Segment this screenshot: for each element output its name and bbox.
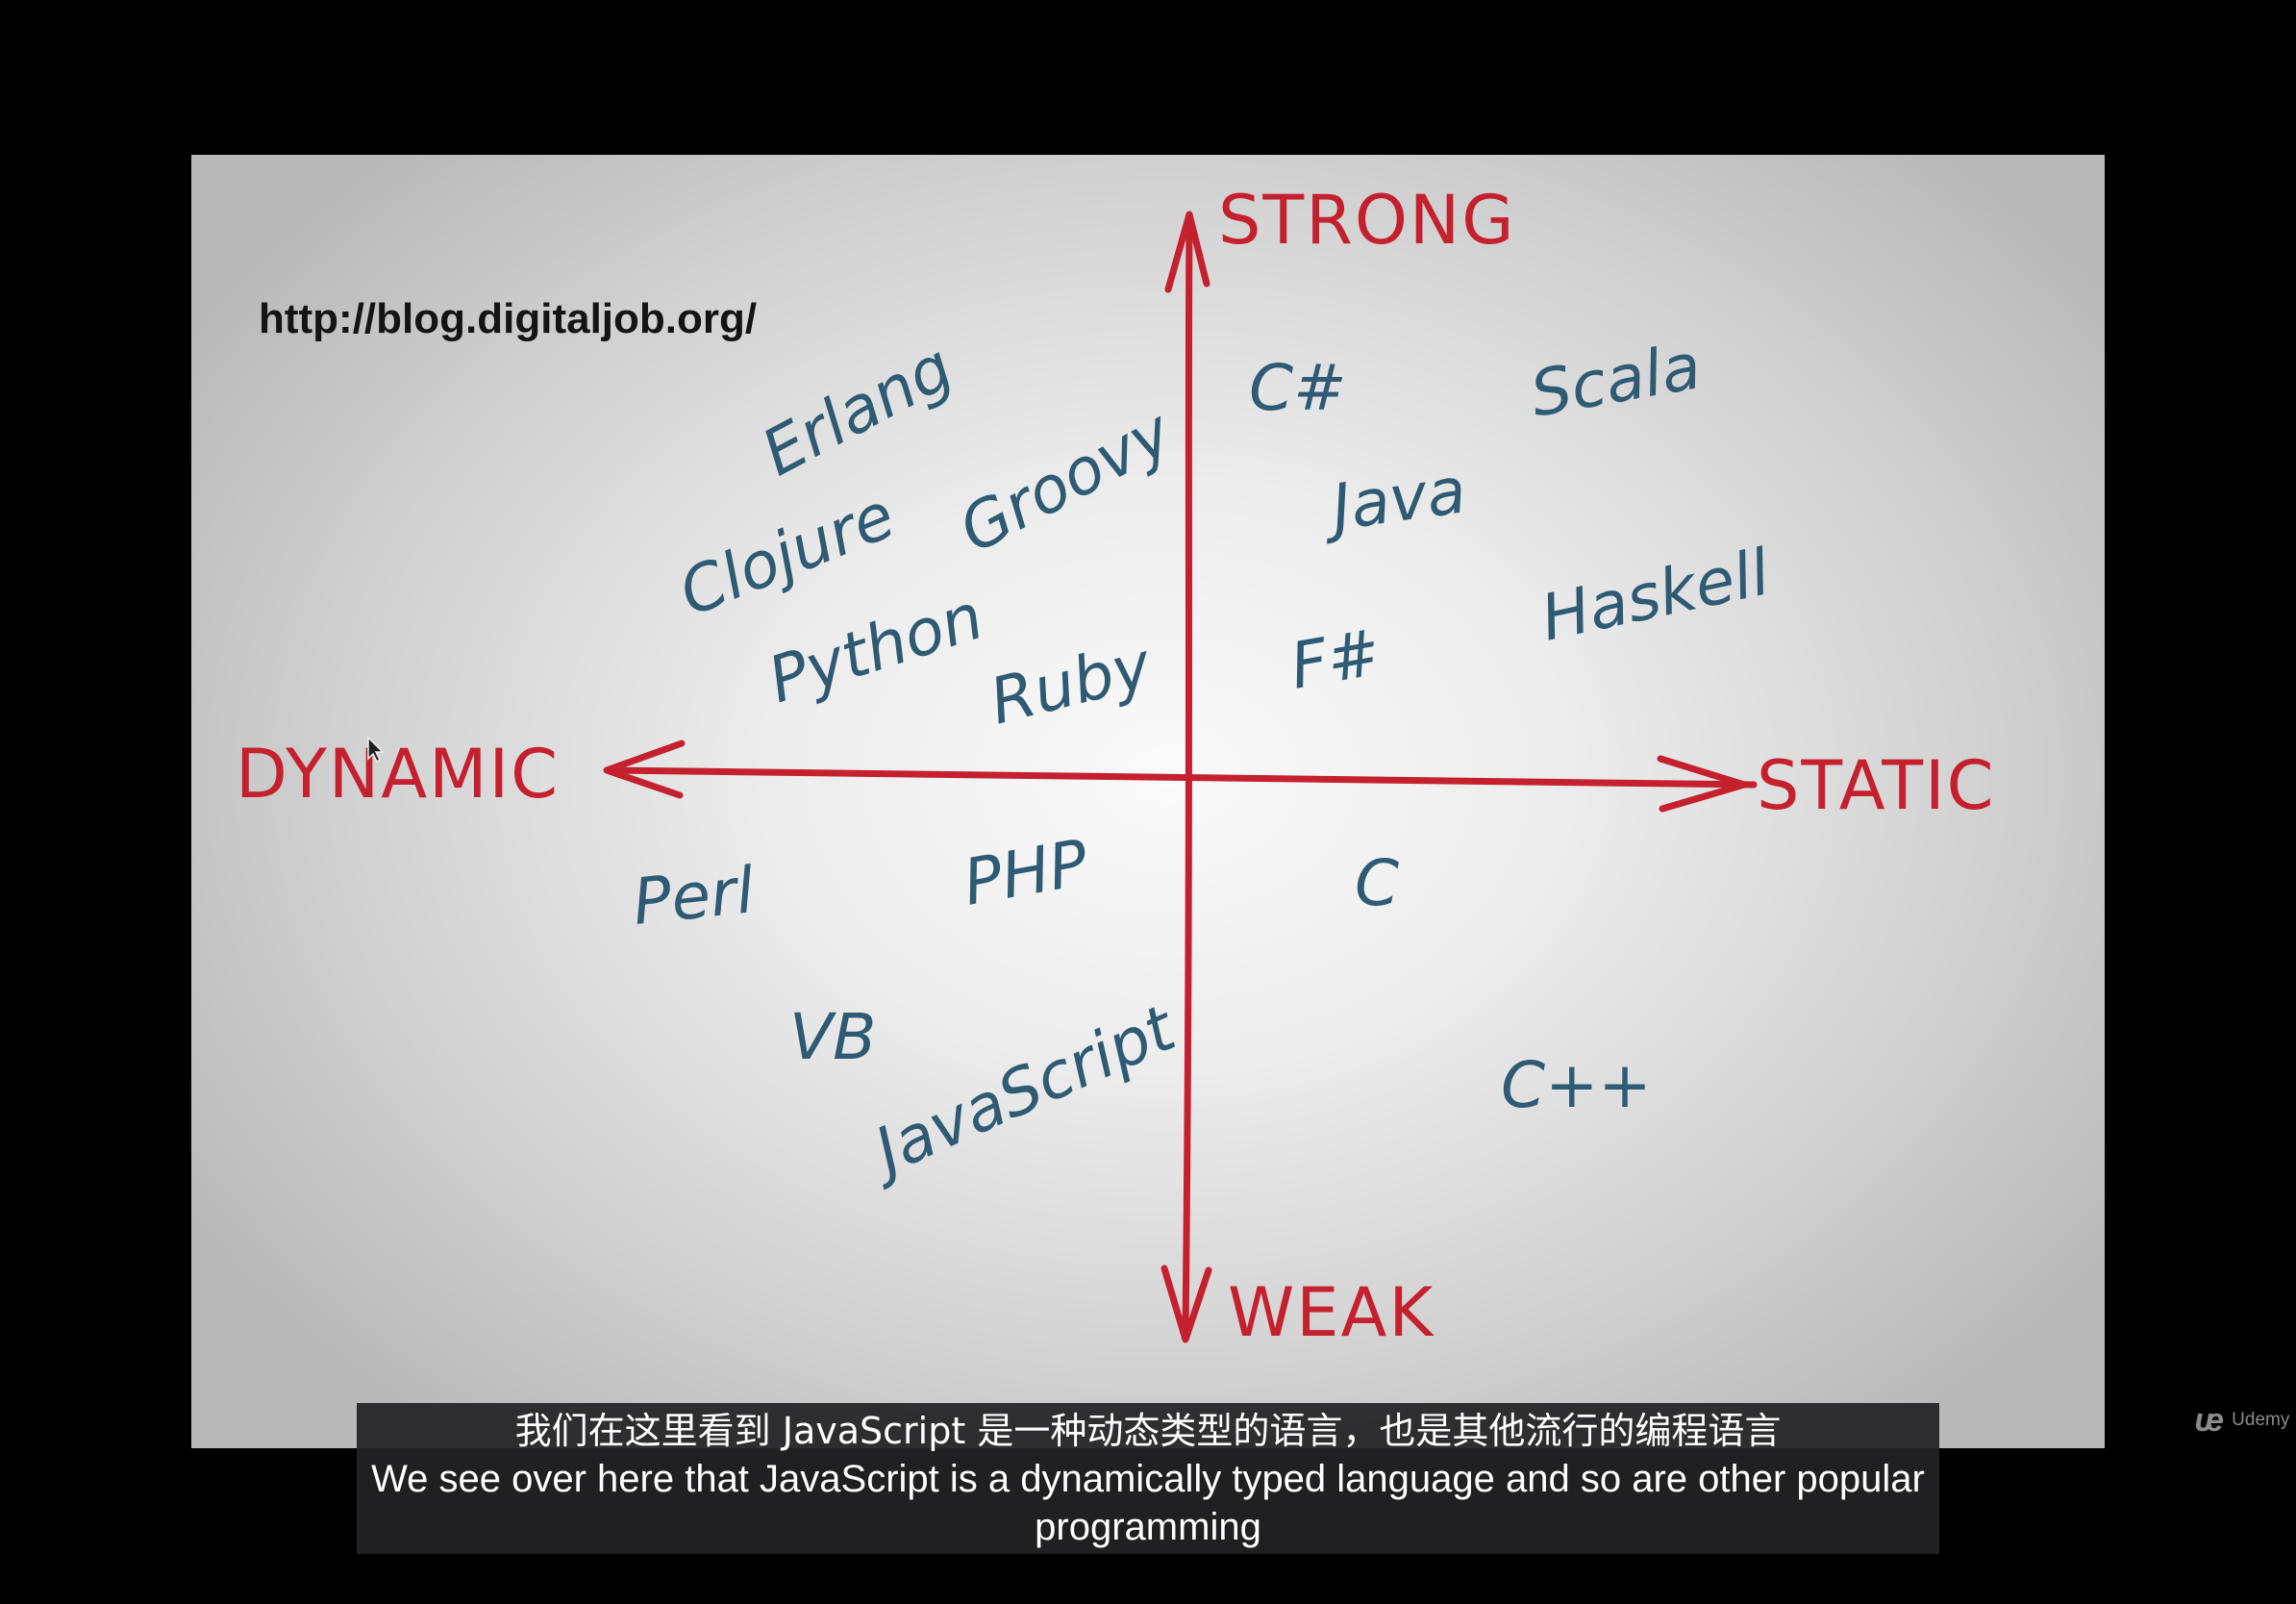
- axis-label-weak: WEAK: [1228, 1273, 1435, 1352]
- lecture-slide: http://blog.digitaljob.org/ STRONG WEAK …: [191, 155, 2105, 1448]
- lang-vb: VB: [789, 1000, 876, 1074]
- lang-erlang: Erlang: [750, 330, 964, 490]
- udemy-watermark: ᵫ Udemy: [2194, 1404, 2289, 1437]
- lang-python: Python: [760, 579, 991, 717]
- lang-cplusplus: C++: [1501, 1048, 1652, 1122]
- axis-label-strong: STRONG: [1218, 181, 1516, 260]
- lang-php: PHP: [958, 825, 1093, 919]
- video-player[interactable]: http://blog.digitaljob.org/ STRONG WEAK …: [0, 0, 2296, 1604]
- lang-clojure: Clojure: [669, 478, 905, 631]
- lang-perl: Perl: [630, 853, 759, 940]
- subtitle-english: We see over here that JavaScript is a dy…: [371, 1458, 1925, 1548]
- axis-label-dynamic: DYNAMIC: [236, 735, 560, 814]
- lang-javascript: JavaScript: [855, 990, 1187, 1192]
- lang-ruby: Ruby: [983, 628, 1159, 739]
- horizontal-axis-line: [606, 766, 1758, 789]
- lang-groovy: Groovy: [947, 394, 1184, 567]
- lang-haskell: Haskell: [1535, 535, 1776, 655]
- subtitle-chinese: 我们在这里看到 JavaScript 是一种动态类型的语言，也是其他流行的编程语…: [514, 1410, 1782, 1452]
- lang-java: Java: [1317, 453, 1471, 546]
- udemy-logo-icon: ᵫ: [2194, 1402, 2225, 1439]
- axis-label-static: STATIC: [1757, 746, 1996, 825]
- lang-csharp: C#: [1249, 351, 1346, 425]
- lang-scala: Scala: [1525, 329, 1706, 432]
- lang-c: C: [1355, 846, 1399, 920]
- udemy-wordmark: Udemy: [2232, 1410, 2290, 1430]
- type-system-diagram: STRONG WEAK DYNAMIC STATIC Erlang Clojur…: [236, 181, 1996, 1352]
- lang-fsharp: F#: [1285, 615, 1385, 704]
- subtitle-box: 我们在这里看到 JavaScript 是一种动态类型的语言，也是其他流行的编程语…: [357, 1403, 1939, 1554]
